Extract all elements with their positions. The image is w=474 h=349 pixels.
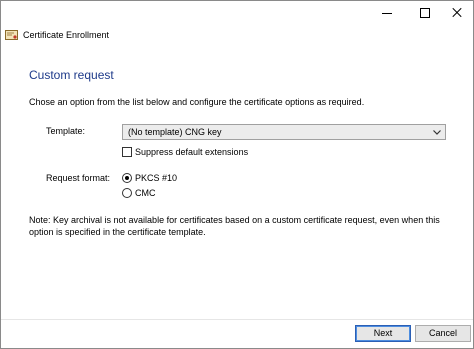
request-format-label: Request format: xyxy=(46,173,111,183)
wizard-header: Certificate Enrollment xyxy=(1,27,473,45)
window-title: Certificate Enrollment xyxy=(23,30,110,40)
certificate-icon xyxy=(5,30,18,40)
instructions-text: Chose an option from the list below and … xyxy=(29,97,365,107)
maximize-button[interactable] xyxy=(409,1,441,25)
title-bar xyxy=(1,1,473,25)
minimize-button[interactable] xyxy=(371,1,403,25)
template-label: Template: xyxy=(46,126,86,136)
radio-selected-dot xyxy=(125,176,129,180)
chevron-down-icon xyxy=(433,130,441,135)
page-heading: Custom request xyxy=(29,68,114,82)
template-select-value: (No template) CNG key xyxy=(128,127,222,137)
footer-divider xyxy=(1,319,473,320)
cmc-radio[interactable] xyxy=(122,188,132,198)
suppress-extensions-checkbox[interactable] xyxy=(122,147,132,157)
cmc-radio-label: CMC xyxy=(135,188,156,198)
maximize-icon xyxy=(420,8,430,18)
suppress-extensions-label: Suppress default extensions xyxy=(135,147,249,157)
minimize-icon xyxy=(382,12,392,14)
close-button[interactable] xyxy=(441,1,473,25)
next-button[interactable]: Next xyxy=(355,325,411,342)
certificate-enrollment-window: Certificate Enrollment Custom request Ch… xyxy=(0,0,474,349)
template-select[interactable]: (No template) CNG key xyxy=(122,124,446,140)
close-icon xyxy=(452,8,462,18)
pkcs10-radio-label: PKCS #10 xyxy=(135,173,178,183)
pkcs10-radio[interactable] xyxy=(122,173,132,183)
cancel-button[interactable]: Cancel xyxy=(415,325,471,342)
key-archival-note: Note: Key archival is not available for … xyxy=(29,215,440,237)
